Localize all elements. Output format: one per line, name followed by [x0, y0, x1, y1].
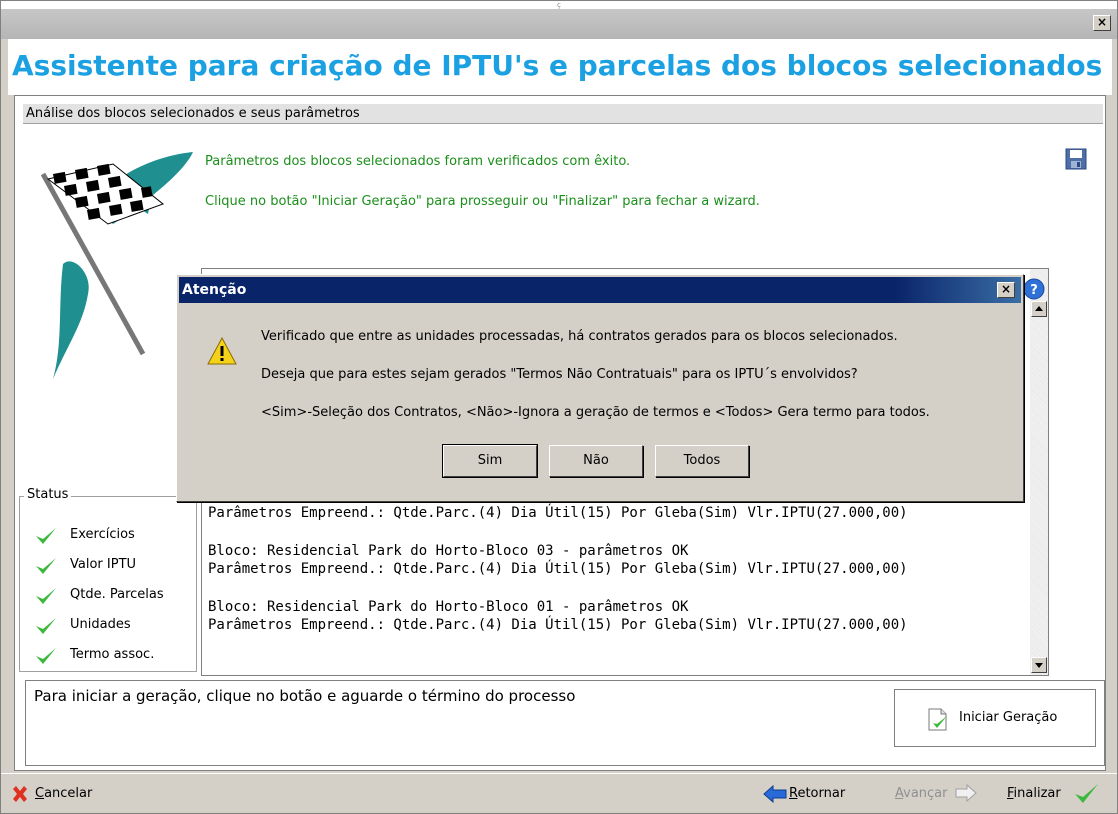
close-icon: ×: [1096, 15, 1108, 29]
dialog-titlebar: Atenção: [179, 277, 1021, 303]
dialog-line-3: <Sim>-Seleção dos Contratos, <Não>-Ignor…: [261, 405, 930, 420]
start-instruction: Para iniciar a geração, clique no botão …: [34, 687, 576, 705]
back-label: etornar: [797, 786, 846, 801]
check-icon: [36, 618, 56, 634]
arrow-up-icon: [1035, 306, 1043, 311]
all-button[interactable]: Todos: [655, 445, 749, 477]
arrow-right-icon: [955, 784, 977, 802]
cancel-label: ancelar: [44, 786, 93, 801]
start-panel: Para iniciar a geração, clique no botão …: [25, 680, 1105, 766]
window-close-button[interactable]: ×: [1093, 15, 1111, 31]
section-title: Análise dos blocos selecionados e seus p…: [23, 104, 1103, 124]
next-label: vançar: [903, 786, 948, 801]
dialog-title: Atenção: [182, 282, 247, 298]
scroll-down-button[interactable]: [1031, 657, 1047, 673]
arrow-left-icon: [763, 785, 787, 803]
log-line: Bloco: Residencial Park do Horto-Bloco 0…: [208, 599, 689, 615]
title-fragment: ç: [557, 1, 561, 9]
wizard-window: ç × Assistente para criação de IPTU's e …: [0, 0, 1118, 814]
page-title: Assistente para criação de IPTU's e parc…: [12, 49, 1103, 82]
scroll-up-button[interactable]: [1031, 301, 1047, 317]
instruction-message: Clique no botão "Iniciar Geração" para p…: [205, 194, 760, 209]
status-label: Unidades: [70, 617, 131, 632]
status-label: Valor IPTU: [70, 557, 137, 572]
log-line: Parâmetros Empreend.: Qtde.Parc.(4) Dia …: [208, 561, 908, 577]
log-line: Bloco: Residencial Park do Horto-Bloco 0…: [208, 543, 689, 559]
check-icon: [36, 528, 56, 544]
warning-icon: [207, 337, 237, 365]
save-icon[interactable]: [1065, 148, 1087, 170]
dialog-close-button[interactable]: ×: [997, 282, 1015, 298]
cancel-x-icon: [13, 786, 27, 802]
success-message: Parâmetros dos blocos selecionados foram…: [205, 154, 631, 169]
status-label: Qtde. Parcelas: [70, 587, 164, 602]
check-icon: [36, 648, 56, 664]
log-line: Parâmetros Empreend.: Qtde.Parc.(4) Dia …: [208, 505, 908, 521]
dialog-line-2: Deseja que para estes sejam gerados "Ter…: [261, 367, 858, 382]
check-icon: [36, 588, 56, 604]
document-check-icon: [928, 708, 947, 731]
close-icon: ×: [1000, 282, 1012, 296]
finish-label: inalizar: [1013, 786, 1061, 801]
wizard-header: Assistente para criação de IPTU's e parc…: [8, 39, 1112, 95]
dialog-line-1: Verificado que entre as unidades process…: [261, 329, 898, 344]
check-icon: [36, 558, 56, 574]
wizard-footer: Cancelar Retornar Avançar Finalizar: [1, 773, 1117, 813]
next-mnemonic: A: [895, 786, 904, 801]
start-generation-button[interactable]: Iniciar Geração: [894, 689, 1096, 747]
status-group: Status Exercícios Valor IPTU Qtde. Parce…: [19, 487, 197, 672]
check-icon: [1075, 784, 1098, 803]
attention-dialog: Atenção × Verificado que entre as unidad…: [176, 274, 1024, 502]
svg-text:?: ?: [1030, 283, 1038, 298]
no-button[interactable]: Não: [549, 445, 643, 477]
titlebar-strip: [1, 9, 1117, 39]
status-label: Termo assoc.: [70, 647, 155, 662]
help-icon[interactable]: ?: [1023, 278, 1045, 300]
window-titlebar: ç ×: [1, 1, 1117, 39]
cancel-mnemonic: C: [35, 786, 45, 801]
start-generation-label: Iniciar Geração: [959, 710, 1058, 725]
arrow-down-icon: [1035, 663, 1043, 668]
status-title: Status: [24, 487, 72, 502]
log-scrollbar[interactable]: [1030, 269, 1048, 675]
yes-button[interactable]: Sim: [442, 444, 538, 478]
status-label: Exercícios: [70, 527, 135, 542]
log-line: Parâmetros Empreend.: Qtde.Parc.(4) Dia …: [208, 617, 908, 633]
